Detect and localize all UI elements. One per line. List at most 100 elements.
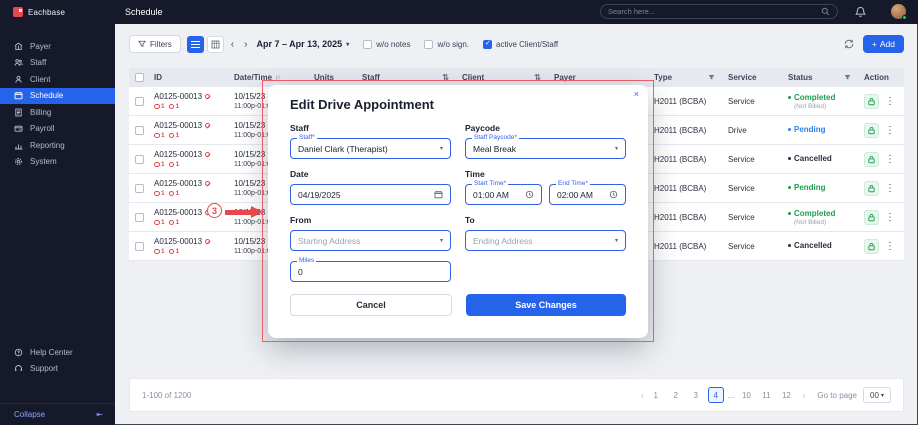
cancel-button[interactable]: Cancel: [290, 294, 452, 316]
lock-button[interactable]: [864, 93, 879, 109]
date-input[interactable]: 04/19/2025: [290, 184, 451, 205]
page-button-active[interactable]: 4: [707, 387, 724, 403]
save-changes-button[interactable]: Save Changes: [466, 294, 626, 316]
sidebar-item-payroll[interactable]: Payroll: [0, 121, 115, 138]
prev-week-button[interactable]: ‹: [228, 39, 237, 50]
col-datetime-label: Date/Time: [234, 73, 273, 82]
row-checkbox[interactable]: [134, 154, 144, 164]
brand: Eachbase: [0, 7, 115, 17]
annotation-step-badge: 3: [207, 203, 222, 218]
kebab-menu-icon[interactable]: ⋮: [885, 154, 895, 165]
page-button[interactable]: 2: [668, 387, 684, 403]
page-button[interactable]: 10: [738, 387, 754, 403]
lock-button[interactable]: [864, 122, 879, 138]
collapse-sidebar-button[interactable]: Collapse ⇤: [0, 403, 115, 425]
status-filter-funnel-icon[interactable]: [844, 74, 851, 81]
sort-both-icon[interactable]: ⇅: [534, 73, 541, 82]
sidebar-item-support[interactable]: Support: [0, 361, 115, 378]
row-checkbox[interactable]: [134, 183, 144, 193]
from-address-select[interactable]: Starting Address ▾: [290, 230, 451, 251]
page-button[interactable]: 3: [688, 387, 704, 403]
person-icon: [14, 75, 23, 84]
slash-badge-icon: [168, 161, 175, 167]
col-datetime[interactable]: Date/Time ↓↑: [229, 73, 309, 82]
col-payer: Payer: [549, 73, 649, 82]
sidebar-item-reporting[interactable]: Reporting: [0, 137, 115, 154]
paycode-select[interactable]: Staff Paycode* Meal Break ▾: [465, 134, 626, 159]
appointment-id: A0125-00013: [154, 121, 203, 131]
notifications-bell-icon[interactable]: [855, 5, 866, 23]
col-units: Units: [309, 73, 357, 82]
warning-icon: [205, 94, 211, 100]
wo-sign-checkbox[interactable]: [424, 39, 434, 49]
row-checkbox[interactable]: [134, 212, 144, 222]
page-button[interactable]: 12: [778, 387, 794, 403]
col-client[interactable]: Client ⇅: [457, 73, 549, 82]
start-time-input[interactable]: Start Time* 01:00 AM: [465, 180, 542, 205]
chevron-down-icon: ▾: [439, 238, 443, 244]
col-id: ID: [149, 73, 229, 82]
col-staff[interactable]: Staff ⇅: [357, 73, 457, 82]
goto-page-select[interactable]: 00 ▾: [863, 387, 891, 403]
note-count-badge: 1: [154, 248, 165, 255]
staff-field-label: Staff*: [297, 134, 317, 142]
col-type: Type: [649, 73, 723, 82]
sidebar-item-billing[interactable]: Billing: [0, 104, 115, 121]
type-filter-funnel-icon[interactable]: [708, 74, 715, 81]
prev-page-chevron[interactable]: ‹: [641, 390, 644, 400]
add-appointment-button[interactable]: + Add: [862, 35, 904, 53]
sidebar-item-schedule[interactable]: Schedule: [0, 87, 115, 104]
user-avatar[interactable]: [891, 4, 907, 20]
lock-button[interactable]: [864, 238, 879, 254]
page-button[interactable]: 11: [758, 387, 774, 403]
date-value: 04/19/2025: [298, 189, 341, 200]
row-checkbox[interactable]: [134, 96, 144, 106]
list-view-button[interactable]: [186, 35, 204, 53]
note-count-badge: 1: [154, 190, 165, 197]
active-client-staff-label: active Client/Staff: [496, 39, 559, 49]
sort-updown-icon[interactable]: ↓↑: [275, 74, 280, 81]
page-button[interactable]: 1: [648, 387, 664, 403]
row-checkbox[interactable]: [134, 125, 144, 135]
kebab-menu-icon[interactable]: ⋮: [885, 241, 895, 252]
miles-input[interactable]: Miles 0: [290, 257, 451, 282]
service-type: H2011 (BCBA): [654, 241, 707, 251]
search-input[interactable]: Search here...: [600, 4, 838, 19]
next-page-chevron[interactable]: ›: [802, 390, 805, 400]
filters-button[interactable]: Filters: [129, 35, 181, 53]
sidebar-item-system[interactable]: System: [0, 154, 115, 171]
date-range-selector[interactable]: Apr 7 – Apr 13, 2025 ▾: [256, 39, 349, 49]
kebab-menu-icon[interactable]: ⋮: [885, 212, 895, 223]
start-time-value: 01:00 AM: [473, 189, 509, 200]
row-checkbox[interactable]: [134, 241, 144, 251]
end-time-input[interactable]: End Time* 02:00 AM: [549, 180, 626, 205]
list-view-icon: [190, 40, 200, 48]
next-week-button[interactable]: ›: [241, 39, 250, 50]
sign-count-badge: 1: [168, 190, 179, 197]
sidebar-item-payer[interactable]: Payer: [0, 38, 115, 55]
calendar-view-button[interactable]: [206, 35, 224, 53]
bank-icon: [14, 42, 23, 51]
sidebar-item-staff[interactable]: Staff: [0, 55, 115, 72]
wo-notes-checkbox[interactable]: [363, 39, 373, 49]
sidebar-item-label: Staff: [30, 58, 47, 68]
sync-refresh-icon[interactable]: [843, 38, 855, 50]
sidebar-footer: Help Center Support: [0, 344, 115, 377]
lock-button[interactable]: [864, 151, 879, 167]
sidebar-item-client[interactable]: Client: [0, 71, 115, 88]
paycode-value: Meal Break: [473, 143, 516, 154]
close-icon[interactable]: ×: [634, 90, 639, 99]
select-all-checkbox[interactable]: [134, 73, 144, 82]
to-address-select[interactable]: Ending Address ▾: [465, 230, 626, 251]
kebab-menu-icon[interactable]: ⋮: [885, 96, 895, 107]
sidebar-nav: Payer Staff Client Schedule Billing Payr…: [0, 24, 115, 170]
lock-button[interactable]: [864, 209, 879, 225]
kebab-menu-icon[interactable]: ⋮: [885, 125, 895, 136]
staff-select[interactable]: Staff* Daniel Clark (Therapist) ▾: [290, 134, 451, 159]
sidebar-item-help-center[interactable]: Help Center: [0, 344, 115, 361]
date: 10/15/23: [234, 150, 266, 160]
active-client-staff-checkbox[interactable]: [483, 39, 493, 49]
kebab-menu-icon[interactable]: ⋮: [885, 183, 895, 194]
sort-both-icon[interactable]: ⇅: [442, 73, 449, 82]
lock-button[interactable]: [864, 180, 879, 196]
